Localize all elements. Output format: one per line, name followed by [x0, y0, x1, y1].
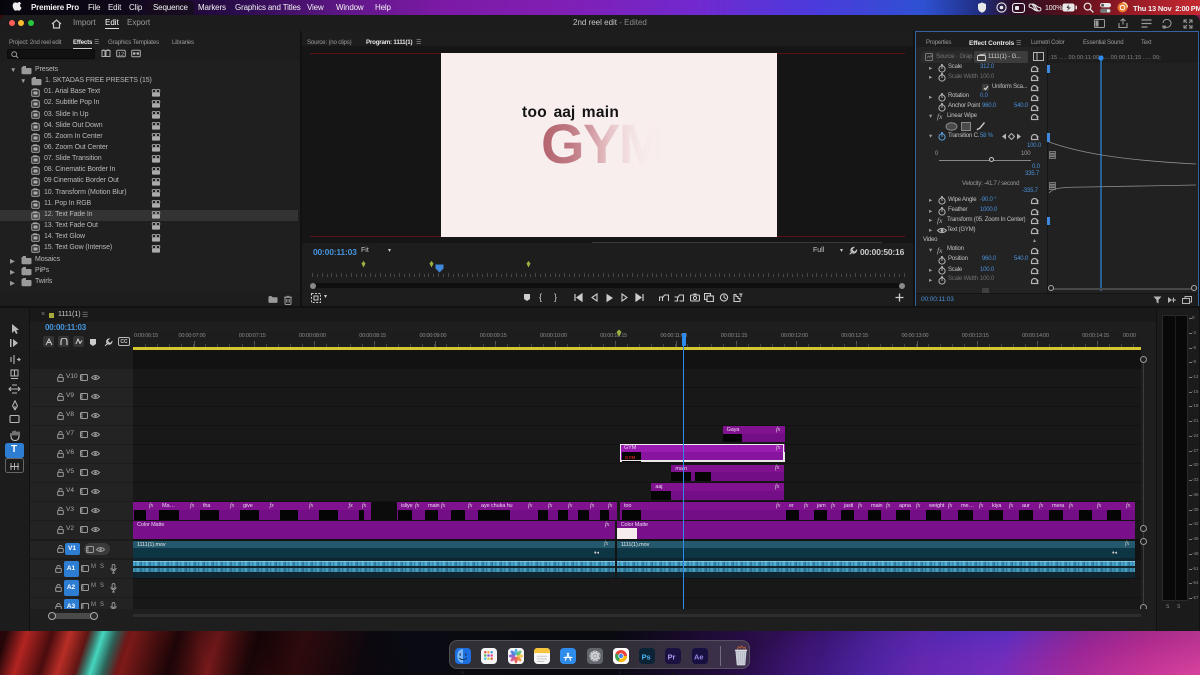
svg-text:Ps: Ps [642, 652, 651, 661]
svg-text:Ae: Ae [694, 652, 703, 661]
svg-text:Pr: Pr [668, 652, 676, 661]
